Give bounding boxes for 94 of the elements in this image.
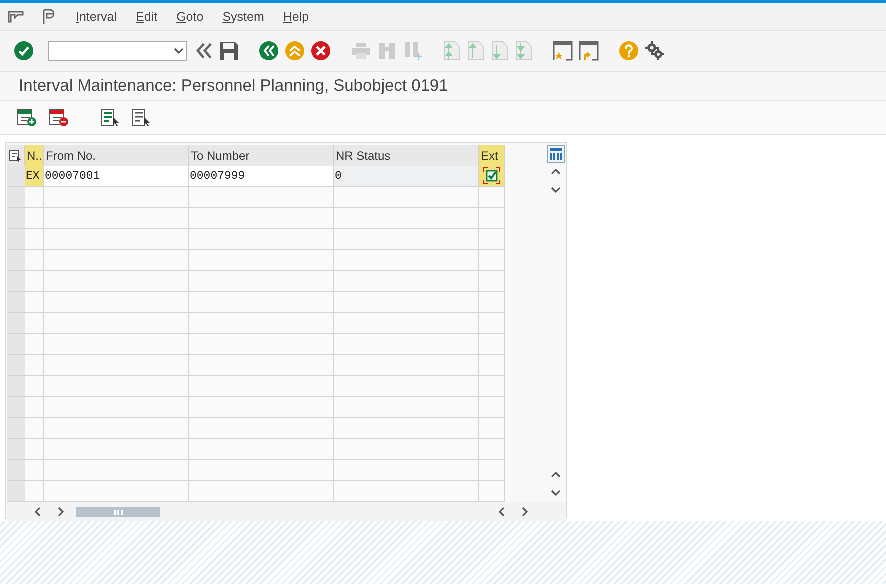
scroll-up-icon[interactable] [550, 169, 560, 175]
scroll-down-icon[interactable] [550, 490, 560, 496]
settings-icon[interactable] [645, 41, 665, 61]
checkbox[interactable] [483, 167, 501, 185]
table-cell[interactable]: 00007999 [189, 166, 334, 187]
column-settings-icon[interactable] [546, 145, 564, 163]
table-cell [479, 460, 505, 481]
screen-title: Interval Maintenance: Personnel Planning, Subobject 0191 [0, 72, 886, 101]
menu-item[interactable]: Help [283, 10, 310, 24]
table-cell [25, 334, 44, 355]
table-cell [25, 313, 44, 334]
column-header[interactable]: From No. [44, 145, 189, 166]
row-selector[interactable] [7, 166, 25, 187]
table-cell [25, 208, 44, 229]
table-cell [25, 229, 44, 250]
scroll-left-icon[interactable] [34, 507, 40, 517]
table-cell [25, 418, 44, 439]
column-header[interactable]: To Number [189, 145, 334, 166]
table-cell [25, 376, 44, 397]
previous-page-icon[interactable] [467, 41, 485, 61]
table-cell [479, 208, 505, 229]
next-page-icon[interactable] [491, 41, 509, 61]
table-cell [479, 229, 505, 250]
scroll-left-icon[interactable] [498, 507, 504, 517]
menu-item[interactable]: Goto [176, 10, 204, 24]
table-cell [25, 355, 44, 376]
table-cell [25, 292, 44, 313]
dropdown-icon[interactable] [174, 48, 184, 54]
row-selector[interactable] [7, 334, 25, 355]
deselect-all-icon[interactable] [132, 108, 151, 126]
column-header[interactable]: N.. [25, 145, 44, 166]
table-cell [479, 271, 505, 292]
printer-icon[interactable] [351, 42, 371, 60]
up-icon[interactable] [285, 41, 305, 61]
column-header[interactable]: Ext [479, 145, 505, 166]
table-cell: 0 [334, 166, 479, 187]
table-cell [479, 313, 505, 334]
table-cell [479, 376, 505, 397]
new-window-icon[interactable] [553, 41, 573, 61]
row-selector[interactable] [7, 187, 25, 208]
help-icon[interactable] [619, 41, 639, 61]
table-cell[interactable]: 00007001 [44, 166, 189, 187]
row-selector[interactable] [7, 250, 25, 271]
row-selector[interactable] [7, 376, 25, 397]
row-selector[interactable] [7, 460, 25, 481]
shortcut-window-icon[interactable] [579, 41, 599, 61]
table-cell [25, 439, 44, 460]
table-cell [479, 334, 505, 355]
menu-icon[interactable] [8, 10, 24, 22]
scroll-up-icon[interactable] [550, 472, 560, 478]
row-selector[interactable] [7, 397, 25, 418]
binoculars-plus-icon[interactable] [403, 41, 423, 61]
row-selector[interactable] [7, 292, 25, 313]
table-cell[interactable]: EX [25, 166, 44, 187]
scroll-down-icon[interactable] [550, 187, 560, 193]
row-selector[interactable] [7, 481, 25, 502]
row-selector[interactable] [7, 271, 25, 292]
scroll-right-icon[interactable] [58, 507, 64, 517]
first-page-icon[interactable] [443, 41, 461, 61]
table-cell [25, 460, 44, 481]
row-selector[interactable] [7, 208, 25, 229]
table-cell [479, 418, 505, 439]
column-header[interactable]: NR Status [334, 145, 479, 166]
delete-row-icon[interactable] [49, 108, 69, 126]
insert-row-icon[interactable] [17, 108, 37, 126]
table-cell [479, 355, 505, 376]
table-cell [25, 397, 44, 418]
select-all-icon[interactable] [101, 108, 120, 126]
table-cell [25, 271, 44, 292]
table-cell [479, 439, 505, 460]
table-cell [479, 250, 505, 271]
back-icon[interactable] [259, 41, 279, 61]
binoculars-icon[interactable] [377, 42, 397, 60]
scrollbar-thumb[interactable] [76, 507, 160, 517]
menu-item[interactable]: System [222, 10, 264, 24]
row-selector[interactable] [7, 229, 25, 250]
row-selector[interactable] [7, 313, 25, 334]
row-selector[interactable] [7, 355, 25, 376]
last-page-icon[interactable] [515, 41, 533, 61]
menu-item[interactable]: Interval [76, 10, 118, 24]
table-cell [479, 397, 505, 418]
scroll-right-icon[interactable] [522, 507, 528, 517]
command-field[interactable] [48, 41, 187, 61]
table-menu-icon[interactable] [9, 150, 22, 162]
table-cell [25, 250, 44, 271]
table-cell [479, 292, 505, 313]
table-cell [25, 187, 44, 208]
cancel-icon[interactable] [311, 41, 331, 61]
row-selector[interactable] [7, 418, 25, 439]
double-chevron-icon[interactable] [195, 43, 213, 59]
menu-item[interactable]: Edit [136, 10, 158, 24]
save-icon[interactable] [219, 41, 239, 61]
check-icon[interactable] [14, 41, 34, 61]
row-selector[interactable] [7, 439, 25, 460]
